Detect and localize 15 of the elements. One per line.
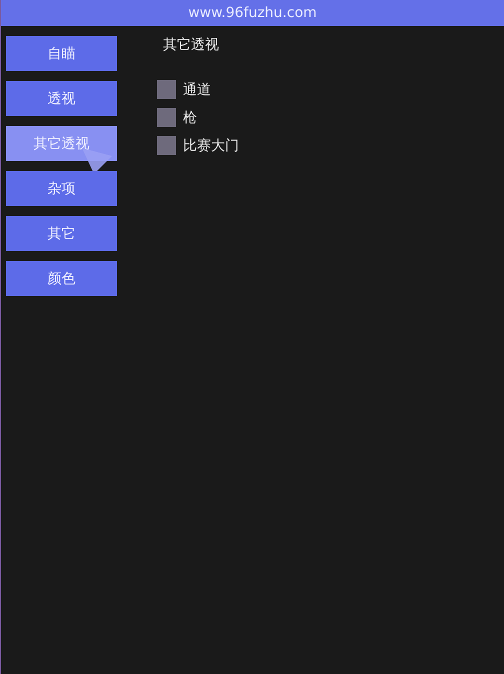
sidebar-tab[interactable]: 自瞄 bbox=[6, 36, 117, 71]
panel-title: 其它透视 bbox=[162, 36, 220, 54]
sidebar-tab[interactable]: 透视 bbox=[6, 81, 117, 116]
sidebar-tab[interactable]: 颜色 bbox=[6, 261, 117, 296]
option-label: 通道 bbox=[183, 80, 211, 98]
checkbox[interactable] bbox=[157, 136, 176, 155]
checkbox[interactable] bbox=[157, 80, 176, 99]
option-label: 枪 bbox=[183, 108, 197, 126]
option-label: 比赛大门 bbox=[183, 136, 239, 154]
pointer-icon bbox=[82, 148, 112, 174]
sidebar-tab[interactable]: 杂项 bbox=[6, 171, 117, 206]
sidebar-tab[interactable]: 其它 bbox=[6, 216, 117, 251]
checkbox[interactable] bbox=[157, 108, 176, 127]
sidebar-tab[interactable]: 其它透视 bbox=[6, 126, 117, 161]
window-title: www.96fuzhu.com bbox=[1, 0, 504, 26]
